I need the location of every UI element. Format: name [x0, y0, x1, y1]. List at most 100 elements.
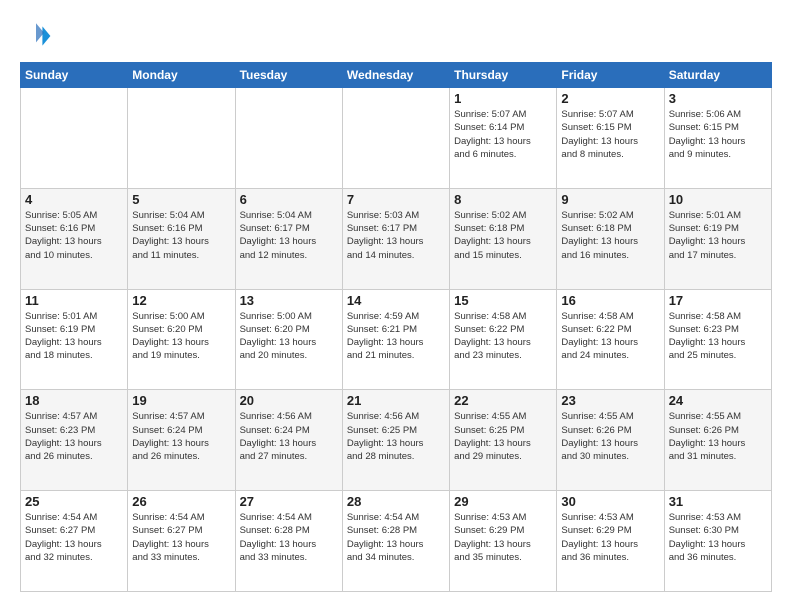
weekday-header-saturday: Saturday	[664, 63, 771, 88]
day-number: 7	[347, 192, 445, 207]
cell-info: Sunrise: 4:57 AM Sunset: 6:23 PM Dayligh…	[25, 410, 123, 463]
calendar-cell: 13 Sunrise: 5:00 AM Sunset: 6:20 PM Dayli…	[235, 289, 342, 390]
day-number: 26	[132, 494, 230, 509]
calendar-cell: 29 Sunrise: 4:53 AM Sunset: 6:29 PM Dayli…	[450, 491, 557, 592]
calendar-week-row: 1 Sunrise: 5:07 AM Sunset: 6:14 PM Daylig…	[21, 88, 772, 189]
cell-info: Sunrise: 5:03 AM Sunset: 6:17 PM Dayligh…	[347, 209, 445, 262]
cell-info: Sunrise: 5:05 AM Sunset: 6:16 PM Dayligh…	[25, 209, 123, 262]
cell-info: Sunrise: 4:58 AM Sunset: 6:22 PM Dayligh…	[561, 310, 659, 363]
calendar-cell: 16 Sunrise: 4:58 AM Sunset: 6:22 PM Dayli…	[557, 289, 664, 390]
weekday-header-tuesday: Tuesday	[235, 63, 342, 88]
calendar-cell: 20 Sunrise: 4:56 AM Sunset: 6:24 PM Dayli…	[235, 390, 342, 491]
calendar-cell: 1 Sunrise: 5:07 AM Sunset: 6:14 PM Daylig…	[450, 88, 557, 189]
cell-info: Sunrise: 5:07 AM Sunset: 6:15 PM Dayligh…	[561, 108, 659, 161]
weekday-header-wednesday: Wednesday	[342, 63, 449, 88]
page: SundayMondayTuesdayWednesdayThursdayFrid…	[0, 0, 792, 612]
calendar-cell: 18 Sunrise: 4:57 AM Sunset: 6:23 PM Dayli…	[21, 390, 128, 491]
cell-info: Sunrise: 4:56 AM Sunset: 6:25 PM Dayligh…	[347, 410, 445, 463]
day-number: 28	[347, 494, 445, 509]
cell-info: Sunrise: 4:53 AM Sunset: 6:29 PM Dayligh…	[454, 511, 552, 564]
day-number: 29	[454, 494, 552, 509]
calendar-cell	[235, 88, 342, 189]
day-number: 14	[347, 293, 445, 308]
calendar-cell: 5 Sunrise: 5:04 AM Sunset: 6:16 PM Daylig…	[128, 188, 235, 289]
calendar-cell: 21Sunrise: 4:56 AM Sunset: 6:25 PM Dayli…	[342, 390, 449, 491]
cell-info: Sunrise: 4:53 AM Sunset: 6:29 PM Dayligh…	[561, 511, 659, 564]
cell-info: Sunrise: 4:53 AM Sunset: 6:30 PM Dayligh…	[669, 511, 767, 564]
cell-info: Sunrise: 4:55 AM Sunset: 6:25 PM Dayligh…	[454, 410, 552, 463]
calendar-cell: 24 Sunrise: 4:55 AM Sunset: 6:26 PM Dayli…	[664, 390, 771, 491]
day-number: 17	[669, 293, 767, 308]
calendar-cell: 2 Sunrise: 5:07 AM Sunset: 6:15 PM Daylig…	[557, 88, 664, 189]
cell-info: Sunrise: 4:59 AM Sunset: 6:21 PM Dayligh…	[347, 310, 445, 363]
calendar-cell: 9Sunrise: 5:02 AM Sunset: 6:18 PM Daylig…	[557, 188, 664, 289]
cell-info: Sunrise: 5:04 AM Sunset: 6:17 PM Dayligh…	[240, 209, 338, 262]
header	[20, 20, 772, 52]
calendar-week-row: 11 Sunrise: 5:01 AM Sunset: 6:19 PM Dayli…	[21, 289, 772, 390]
day-number: 13	[240, 293, 338, 308]
calendar-cell: 14 Sunrise: 4:59 AM Sunset: 6:21 PM Dayli…	[342, 289, 449, 390]
cell-info: Sunrise: 4:55 AM Sunset: 6:26 PM Dayligh…	[669, 410, 767, 463]
calendar-table: SundayMondayTuesdayWednesdayThursdayFrid…	[20, 62, 772, 592]
calendar-cell	[21, 88, 128, 189]
cell-info: Sunrise: 4:55 AM Sunset: 6:26 PM Dayligh…	[561, 410, 659, 463]
day-number: 25	[25, 494, 123, 509]
day-number: 1	[454, 91, 552, 106]
cell-info: Sunrise: 4:58 AM Sunset: 6:22 PM Dayligh…	[454, 310, 552, 363]
calendar-cell	[342, 88, 449, 189]
day-number: 23	[561, 393, 659, 408]
weekday-header-sunday: Sunday	[21, 63, 128, 88]
day-number: 24	[669, 393, 767, 408]
day-number: 4	[25, 192, 123, 207]
cell-info: Sunrise: 4:54 AM Sunset: 6:27 PM Dayligh…	[132, 511, 230, 564]
calendar-cell: 11 Sunrise: 5:01 AM Sunset: 6:19 PM Dayli…	[21, 289, 128, 390]
day-number: 19	[132, 393, 230, 408]
day-number: 3	[669, 91, 767, 106]
day-number: 22	[454, 393, 552, 408]
day-number: 27	[240, 494, 338, 509]
cell-info: Sunrise: 5:01 AM Sunset: 6:19 PM Dayligh…	[25, 310, 123, 363]
cell-info: Sunrise: 4:57 AM Sunset: 6:24 PM Dayligh…	[132, 410, 230, 463]
cell-info: Sunrise: 5:01 AM Sunset: 6:19 PM Dayligh…	[669, 209, 767, 262]
day-number: 15	[454, 293, 552, 308]
calendar-cell: 10 Sunrise: 5:01 AM Sunset: 6:19 PM Dayli…	[664, 188, 771, 289]
day-number: 8	[454, 192, 552, 207]
calendar-cell: 17Sunrise: 4:58 AM Sunset: 6:23 PM Dayli…	[664, 289, 771, 390]
day-number: 16	[561, 293, 659, 308]
calendar-week-row: 18 Sunrise: 4:57 AM Sunset: 6:23 PM Dayli…	[21, 390, 772, 491]
day-number: 18	[25, 393, 123, 408]
cell-info: Sunrise: 5:04 AM Sunset: 6:16 PM Dayligh…	[132, 209, 230, 262]
day-number: 2	[561, 91, 659, 106]
day-number: 30	[561, 494, 659, 509]
calendar-cell: 8 Sunrise: 5:02 AM Sunset: 6:18 PM Daylig…	[450, 188, 557, 289]
calendar-cell: 31Sunrise: 4:53 AM Sunset: 6:30 PM Dayli…	[664, 491, 771, 592]
weekday-header-monday: Monday	[128, 63, 235, 88]
day-number: 6	[240, 192, 338, 207]
day-number: 10	[669, 192, 767, 207]
calendar-cell: 4 Sunrise: 5:05 AM Sunset: 6:16 PM Daylig…	[21, 188, 128, 289]
calendar-cell: 25Sunrise: 4:54 AM Sunset: 6:27 PM Dayli…	[21, 491, 128, 592]
weekday-header-row: SundayMondayTuesdayWednesdayThursdayFrid…	[21, 63, 772, 88]
day-number: 9	[561, 192, 659, 207]
day-number: 5	[132, 192, 230, 207]
cell-info: Sunrise: 5:06 AM Sunset: 6:15 PM Dayligh…	[669, 108, 767, 161]
calendar-cell	[128, 88, 235, 189]
calendar-cell: 19 Sunrise: 4:57 AM Sunset: 6:24 PM Dayli…	[128, 390, 235, 491]
day-number: 20	[240, 393, 338, 408]
logo	[20, 20, 56, 52]
calendar-week-row: 4 Sunrise: 5:05 AM Sunset: 6:16 PM Daylig…	[21, 188, 772, 289]
cell-info: Sunrise: 5:00 AM Sunset: 6:20 PM Dayligh…	[240, 310, 338, 363]
calendar-cell: 12Sunrise: 5:00 AM Sunset: 6:20 PM Dayli…	[128, 289, 235, 390]
cell-info: Sunrise: 5:07 AM Sunset: 6:14 PM Dayligh…	[454, 108, 552, 161]
calendar-cell: 15 Sunrise: 4:58 AM Sunset: 6:22 PM Dayli…	[450, 289, 557, 390]
cell-info: Sunrise: 5:02 AM Sunset: 6:18 PM Dayligh…	[454, 209, 552, 262]
cell-info: Sunrise: 4:54 AM Sunset: 6:28 PM Dayligh…	[240, 511, 338, 564]
calendar-cell: 26 Sunrise: 4:54 AM Sunset: 6:27 PM Dayli…	[128, 491, 235, 592]
day-number: 11	[25, 293, 123, 308]
calendar-cell: 7 Sunrise: 5:03 AM Sunset: 6:17 PM Daylig…	[342, 188, 449, 289]
calendar-cell: 3 Sunrise: 5:06 AM Sunset: 6:15 PM Daylig…	[664, 88, 771, 189]
calendar-cell: 28Sunrise: 4:54 AM Sunset: 6:28 PM Dayli…	[342, 491, 449, 592]
calendar-cell: 6 Sunrise: 5:04 AM Sunset: 6:17 PM Daylig…	[235, 188, 342, 289]
cell-info: Sunrise: 4:56 AM Sunset: 6:24 PM Dayligh…	[240, 410, 338, 463]
calendar-cell: 30 Sunrise: 4:53 AM Sunset: 6:29 PM Dayli…	[557, 491, 664, 592]
